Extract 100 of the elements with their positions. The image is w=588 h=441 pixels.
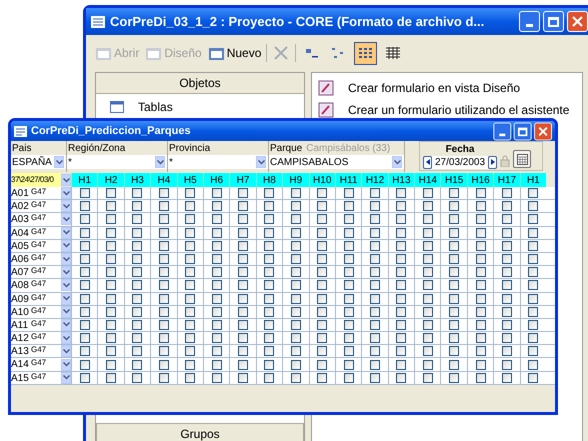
checkbox[interactable]	[449, 360, 460, 370]
checkbox[interactable]	[449, 188, 460, 198]
checkbox[interactable]	[264, 228, 274, 238]
checkbox[interactable]	[449, 214, 460, 224]
checkbox[interactable]	[80, 346, 90, 356]
checkbox[interactable]	[264, 214, 274, 224]
checkbox[interactable]	[158, 306, 169, 317]
checkbox[interactable]	[449, 267, 460, 278]
checkbox[interactable]	[158, 360, 169, 370]
maximize-button[interactable]	[543, 11, 564, 32]
checkbox[interactable]	[422, 294, 433, 304]
checkbox[interactable]	[528, 333, 538, 344]
checkbox[interactable]	[344, 254, 354, 264]
checkbox[interactable]	[158, 240, 169, 251]
checkbox[interactable]	[212, 240, 222, 251]
checkbox[interactable]	[158, 214, 169, 224]
checkbox[interactable]	[80, 201, 90, 212]
checkbox[interactable]	[132, 360, 142, 370]
checkbox[interactable]	[396, 228, 406, 238]
checkbox[interactable]	[106, 306, 116, 317]
list-view-button[interactable]	[354, 42, 378, 64]
checkbox[interactable]	[80, 294, 90, 304]
checkbox[interactable]	[396, 280, 406, 290]
checkbox[interactable]	[344, 346, 354, 356]
dropdown-button[interactable]	[392, 156, 402, 168]
previous-button[interactable]	[423, 156, 432, 168]
checkbox[interactable]	[238, 320, 248, 330]
checkbox[interactable]	[132, 267, 142, 278]
checkbox[interactable]	[290, 280, 301, 290]
checkbox[interactable]	[476, 228, 486, 238]
checkbox[interactable]	[528, 267, 538, 278]
checkbox[interactable]	[158, 201, 169, 212]
checkbox[interactable]	[238, 267, 248, 278]
object-item[interactable]: Tablas	[96, 94, 304, 120]
checkbox[interactable]	[317, 333, 328, 344]
checkbox[interactable]	[212, 294, 222, 304]
checkbox[interactable]	[158, 346, 169, 356]
checkbox[interactable]	[476, 267, 486, 278]
dropdown-button[interactable]	[61, 306, 71, 318]
checkbox[interactable]	[317, 214, 328, 224]
checkbox[interactable]	[106, 201, 116, 212]
checkbox[interactable]	[290, 320, 301, 330]
groups-header[interactable]: Grupos	[96, 423, 304, 441]
checkbox[interactable]	[212, 280, 222, 290]
checkbox[interactable]	[528, 346, 538, 356]
checkbox[interactable]	[212, 201, 222, 212]
checkbox[interactable]	[264, 280, 274, 290]
dropdown-button[interactable]	[61, 345, 71, 358]
checkbox[interactable]	[212, 228, 222, 238]
dropdown-button[interactable]	[61, 226, 71, 239]
checkbox[interactable]	[212, 320, 222, 330]
checkbox[interactable]	[528, 280, 538, 290]
checkbox[interactable]	[238, 214, 248, 224]
checkbox[interactable]	[396, 201, 406, 212]
checkbox[interactable]	[158, 228, 169, 238]
checkbox[interactable]	[344, 306, 354, 317]
checkbox[interactable]	[370, 188, 380, 198]
dropdown-button[interactable]	[61, 240, 71, 252]
checkbox[interactable]	[396, 372, 406, 383]
checkbox[interactable]	[238, 333, 248, 344]
checkbox[interactable]	[158, 372, 169, 383]
dropdown-button[interactable]	[61, 266, 71, 278]
checkbox[interactable]	[158, 188, 169, 198]
checkbox[interactable]	[422, 228, 433, 238]
checkbox[interactable]	[370, 240, 380, 251]
checkbox[interactable]	[396, 214, 406, 224]
checkbox[interactable]	[502, 280, 512, 290]
checkbox[interactable]	[132, 306, 142, 317]
checkbox[interactable]	[185, 214, 196, 224]
checkbox[interactable]	[106, 228, 116, 238]
dropdown-button[interactable]	[54, 156, 64, 168]
checkbox[interactable]	[106, 188, 116, 198]
checkbox[interactable]	[185, 372, 196, 383]
checkbox[interactable]	[422, 201, 433, 212]
checkbox[interactable]	[238, 346, 248, 356]
checkbox[interactable]	[106, 254, 116, 264]
checkbox[interactable]	[396, 333, 406, 344]
checkbox[interactable]	[106, 320, 116, 330]
checkbox[interactable]	[317, 240, 328, 251]
checkbox[interactable]	[476, 372, 486, 383]
checkbox[interactable]	[317, 280, 328, 290]
checkbox[interactable]	[158, 267, 169, 278]
checkbox[interactable]	[396, 240, 406, 251]
dropdown-button[interactable]	[61, 332, 71, 344]
checkbox[interactable]	[502, 320, 512, 330]
checkbox[interactable]	[106, 294, 116, 304]
checkbox[interactable]	[185, 240, 196, 251]
checkbox[interactable]	[476, 320, 486, 330]
checkbox[interactable]	[80, 267, 90, 278]
checkbox[interactable]	[370, 333, 380, 344]
checkbox[interactable]	[132, 333, 142, 344]
checkbox[interactable]	[449, 346, 460, 356]
checkbox[interactable]	[238, 228, 248, 238]
checkbox[interactable]	[238, 188, 248, 198]
checkbox[interactable]	[502, 201, 512, 212]
checkbox[interactable]	[238, 360, 248, 370]
checkbox[interactable]	[396, 267, 406, 278]
checkbox[interactable]	[290, 306, 301, 317]
checkbox[interactable]	[344, 333, 354, 344]
list-item[interactable]: Crear formulario en vista Diseño	[318, 77, 582, 99]
